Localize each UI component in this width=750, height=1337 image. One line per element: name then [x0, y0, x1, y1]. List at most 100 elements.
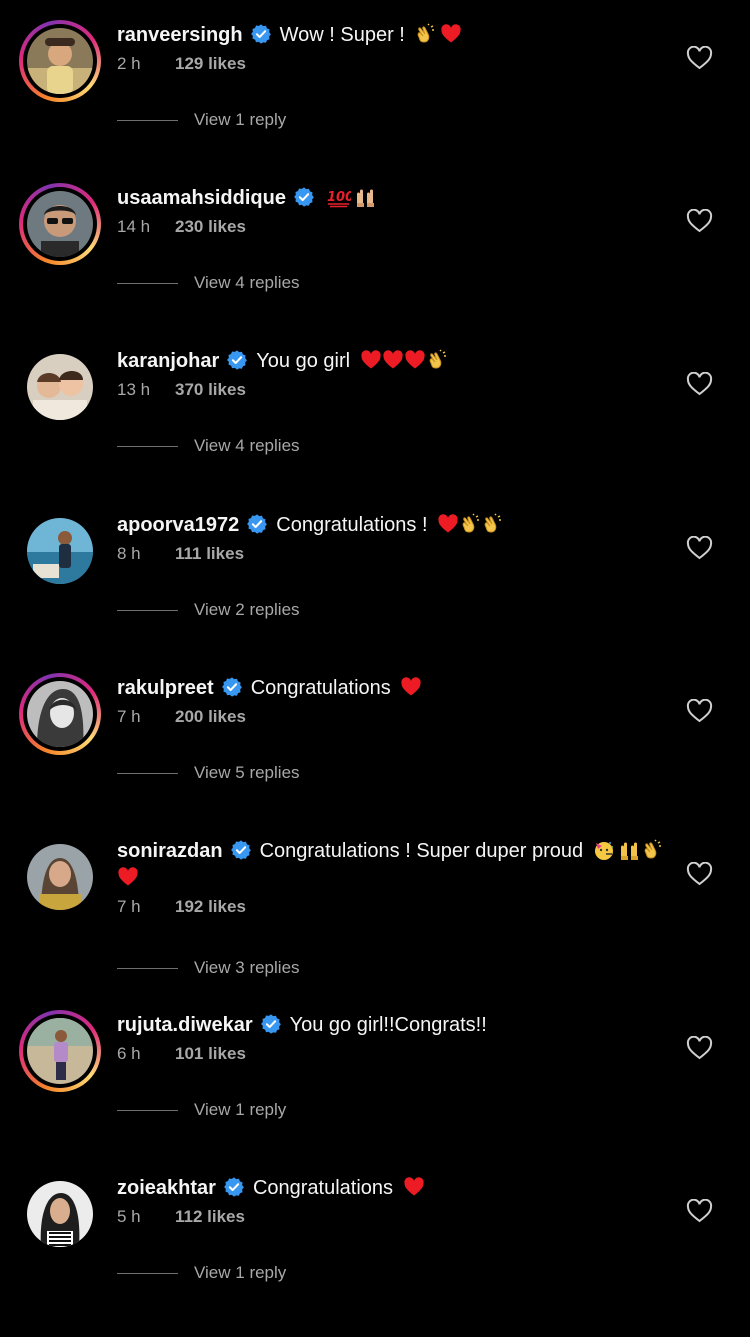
view-replies-label: View 1 reply: [194, 110, 287, 129]
avatar: [27, 1018, 93, 1084]
view-replies-label: View 3 replies: [194, 958, 300, 977]
replies-divider: [117, 967, 178, 969]
comment-username[interactable]: apoorva1972: [117, 514, 239, 536]
replies-divider: [117, 772, 178, 774]
comment-likes[interactable]: 111 likes: [175, 544, 244, 563]
heart-emoji-icon: [360, 350, 381, 369]
svg-text:100: 100: [327, 190, 351, 205]
view-replies-button[interactable]: View 5 replies: [117, 761, 300, 785]
comment-text: Congratulations: [252, 1177, 394, 1199]
comment-likes[interactable]: 129 likes: [175, 54, 246, 73]
comment-item: rakulpreet Congratulations 7 h 200 likes V…: [0, 653, 750, 816]
avatar-story-ring[interactable]: [19, 183, 101, 265]
comment-time: 13 h: [117, 380, 151, 399]
replies-divider: [117, 1272, 178, 1274]
comment-username[interactable]: rakulpreet: [117, 677, 214, 699]
view-replies-label: View 4 replies: [194, 273, 300, 292]
like-heart-icon[interactable]: [686, 699, 713, 723]
avatar-story-ring[interactable]: [19, 20, 101, 102]
comment-likes[interactable]: 192 likes: [175, 897, 246, 916]
clap-icon: [429, 349, 446, 369]
raised-hands-icon: [356, 189, 374, 207]
avatar-ring[interactable]: [19, 1173, 101, 1255]
clap-icon: [644, 839, 661, 859]
heart-emoji-icon: [438, 514, 458, 533]
raised-hands-icon: [620, 842, 638, 860]
comment-likes[interactable]: 112 likes: [175, 1207, 245, 1226]
replies-divider: [117, 282, 178, 284]
like-heart-icon[interactable]: [686, 209, 713, 233]
comment-item: apoorva1972 Congratulations ! 8 h 111 like…: [0, 490, 750, 653]
view-replies-button[interactable]: View 1 reply: [117, 108, 286, 132]
comment-text: Congratulations !: [276, 514, 428, 536]
like-heart-icon[interactable]: [686, 862, 713, 886]
heart-emoji-icon: [401, 677, 422, 696]
replies-divider: [117, 1109, 178, 1111]
view-replies-label: View 4 replies: [194, 436, 300, 455]
comment-item: rujuta.diwekar You go girl!!Congrats!! 6 …: [0, 990, 750, 1153]
comment-time: 6 h: [117, 1044, 141, 1063]
comment-text: You go girl!!Congrats!!: [289, 1014, 487, 1036]
avatar: [27, 681, 93, 747]
like-heart-icon[interactable]: [686, 536, 713, 560]
replies-divider: [117, 119, 178, 121]
avatar-ring[interactable]: [19, 836, 101, 918]
verified-badge-icon: [294, 187, 314, 207]
avatar: [27, 518, 93, 584]
comment-likes[interactable]: 101 likes: [175, 1044, 246, 1063]
comment-item: usaamahsiddique 100 14 h 230 likes View 4 …: [0, 163, 750, 326]
heart-emoji-icon: [382, 350, 403, 369]
comment-time: 14 h: [117, 217, 151, 236]
party-face-icon: [594, 842, 613, 860]
hundred-points-icon: 100: [327, 190, 351, 208]
comment-time: 8 h: [117, 544, 141, 563]
view-replies-button[interactable]: View 1 reply: [117, 1098, 286, 1122]
view-replies-button[interactable]: View 4 replies: [117, 434, 300, 458]
comment-likes[interactable]: 370 likes: [175, 380, 246, 399]
comment-username[interactable]: sonirazdan: [117, 840, 223, 862]
comment-username[interactable]: zoieakhtar: [117, 1177, 216, 1199]
view-replies-button[interactable]: View 4 replies: [117, 271, 300, 295]
view-replies-button[interactable]: View 3 replies: [117, 956, 300, 980]
clap-icon: [418, 23, 435, 43]
avatar: [27, 28, 93, 94]
like-heart-icon[interactable]: [686, 46, 713, 70]
comment-time: 2 h: [117, 54, 141, 73]
comment-username[interactable]: ranveersingh: [117, 24, 243, 46]
verified-badge-icon: [260, 1014, 281, 1034]
comment-item: sonirazdan Congratulations ! Super duper …: [0, 816, 750, 989]
avatar-story-ring[interactable]: [19, 673, 101, 755]
comment-text: Wow ! Super !: [279, 24, 405, 46]
comment-username[interactable]: rujuta.diwekar: [117, 1014, 253, 1036]
like-heart-icon[interactable]: [686, 1199, 713, 1223]
view-replies-button[interactable]: View 2 replies: [117, 598, 300, 622]
comment-text: Congratulations ! Super duper proud: [259, 840, 584, 862]
view-replies-button[interactable]: View 1 reply: [117, 1261, 286, 1285]
view-replies-label: View 1 reply: [194, 1100, 287, 1119]
like-heart-icon[interactable]: [686, 1036, 713, 1060]
clap-icon: [484, 513, 502, 533]
comment-text: Congratulations: [250, 677, 391, 699]
replies-divider: [117, 609, 178, 611]
comment-time: 7 h: [117, 707, 141, 726]
clap-icon: [462, 513, 480, 533]
avatar-ring[interactable]: [19, 346, 101, 428]
heart-emoji-icon: [403, 1177, 424, 1196]
view-replies-label: View 2 replies: [194, 600, 300, 619]
avatar-ring[interactable]: [19, 510, 101, 592]
comment-time: 5 h: [117, 1207, 141, 1226]
heart-emoji-icon: [118, 867, 138, 886]
view-replies-label: View 5 replies: [194, 763, 300, 782]
like-heart-icon[interactable]: [686, 372, 713, 396]
avatar: [27, 354, 93, 420]
comment-username[interactable]: usaamahsiddique: [117, 187, 286, 209]
comment-likes[interactable]: 200 likes: [175, 707, 246, 726]
comment-item: karanjohar You go girl 13 h 370 likes View…: [0, 326, 750, 489]
avatar-story-ring[interactable]: [19, 1010, 101, 1092]
avatar: [27, 844, 93, 910]
comment-likes[interactable]: 230 likes: [175, 217, 246, 236]
verified-badge-icon: [224, 1177, 244, 1197]
verified-badge-icon: [247, 514, 268, 534]
comment-username[interactable]: karanjohar: [117, 350, 219, 372]
comment-item: zoieakhtar Congratulations 5 h 112 likes V…: [0, 1153, 750, 1316]
